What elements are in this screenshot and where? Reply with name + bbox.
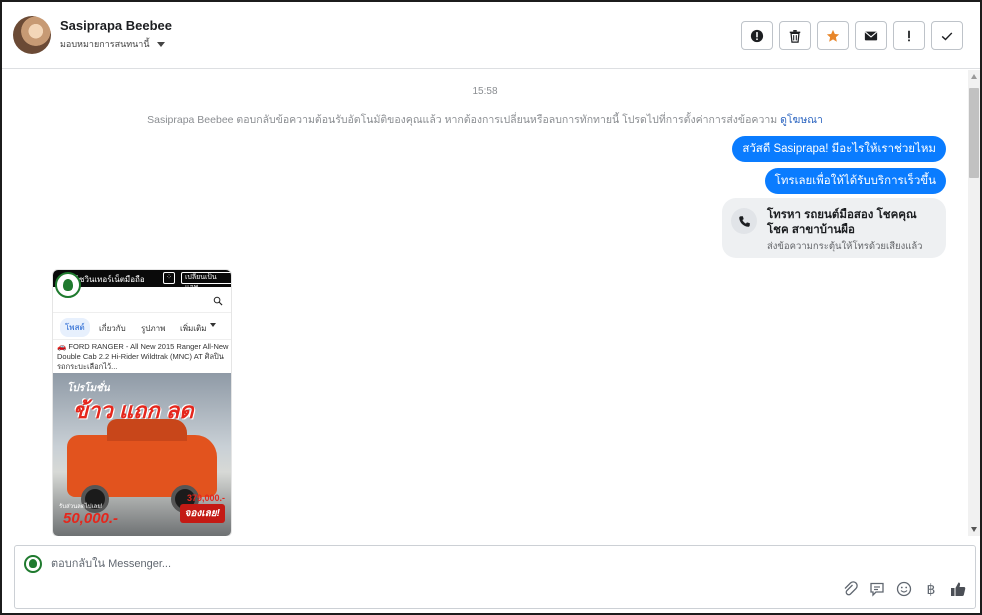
saved-reply-icon	[870, 582, 884, 597]
payment-button[interactable]: ฿	[922, 580, 940, 598]
envelope-icon	[864, 31, 878, 40]
scrollbar-thumb[interactable]	[969, 88, 979, 178]
mark-done-button[interactable]	[931, 21, 963, 50]
image-tab: เพิ่มเติม	[180, 324, 207, 333]
phone-icon	[731, 208, 757, 234]
trash-icon	[789, 29, 801, 43]
contact-name[interactable]: Sasiprapa Beebee	[60, 18, 172, 33]
image-tab: โพสต์	[60, 318, 90, 337]
page-avatar	[24, 555, 42, 573]
chevron-down-icon	[210, 323, 216, 327]
ad-price: 379,000.-	[186, 493, 225, 503]
image-tab: เกี่ยวกับ	[99, 324, 126, 333]
system-message-text: Sasiprapa Beebee ตอบกลับข้อความต้อนรับอั…	[147, 114, 778, 126]
scroll-up-arrow-icon[interactable]	[971, 74, 977, 79]
alert-icon	[750, 29, 764, 42]
mark-unread-button[interactable]	[855, 21, 887, 50]
reply-input[interactable]	[51, 555, 651, 573]
like-button[interactable]	[949, 580, 967, 598]
assign-conversation-dropdown[interactable]: มอบหมายการสนทนานี้	[60, 37, 165, 51]
ad-down-amount: 50,000.-	[63, 510, 119, 527]
star-button[interactable]	[817, 21, 849, 50]
outgoing-message-bubble[interactable]: สวัสดี Sasiprapa! มีอะไรให้เราช่วยไหม	[732, 136, 946, 162]
saved-reply-button[interactable]	[868, 580, 886, 598]
messenger-window: Sasiprapa Beebee มอบหมายการสนทนานี้ 15:5…	[0, 0, 982, 615]
attach-icon	[844, 581, 858, 596]
outgoing-message-bubble[interactable]: โทรเลยเพื่อให้ได้รับบริการเร็วขึ้น	[764, 168, 946, 194]
composer-tools: ฿	[841, 580, 967, 598]
currency-icon: ฿	[926, 580, 936, 597]
exclamation-icon	[908, 30, 910, 41]
thread-scrollbar[interactable]	[968, 70, 980, 536]
emoji-icon	[896, 581, 912, 597]
message-timestamp: 15:58	[472, 86, 498, 97]
header-actions	[741, 21, 963, 50]
contact-avatar[interactable]	[13, 16, 51, 54]
call-card-subtitle: ส่งข้อความกระตุ้นให้โทรด้วยเสียงแล้ว	[767, 241, 923, 252]
call-request-card[interactable]: โทรหา รถยนต์มือสอง โชคคุณโชค สาขาบ้านผือ…	[722, 198, 946, 258]
caret-down-icon	[156, 41, 165, 47]
call-card-title: โทรหา รถยนต์มือสอง โชคคุณโชค สาขาบ้านผือ	[767, 209, 917, 236]
qr-icon: ⁘	[163, 272, 175, 284]
like-icon	[951, 582, 966, 596]
incoming-image-attachment[interactable]: ไซวินเทอร์เน็ตมือถือ ⁘ เปลี่ยนเป็นแอพ โพ…	[52, 269, 232, 536]
check-icon	[941, 31, 953, 40]
assign-label: มอบหมายการสนทนานี้	[60, 39, 150, 49]
page-logo	[55, 272, 81, 298]
image-tabs: โพสต์ เกี่ยวกับ รูปภาพ เพิ่มเติม	[53, 312, 231, 340]
delete-button[interactable]	[779, 21, 811, 50]
reply-composer: ฿	[14, 545, 976, 609]
follow-up-button[interactable]	[893, 21, 925, 50]
image-top-title: ไซวินเทอร์เน็ตมือถือ	[75, 275, 145, 284]
image-caption: 🚗 FORD RANGER - All New 2015 Ranger All-…	[57, 342, 229, 371]
view-ad-link[interactable]: ดูโฆษณา	[780, 114, 823, 126]
attach-button[interactable]	[841, 580, 859, 598]
scroll-down-arrow-icon[interactable]	[971, 527, 977, 532]
ad-book-label: จองเลย!	[179, 504, 225, 523]
search-icon	[213, 293, 223, 311]
conversation-header: Sasiprapa Beebee มอบหมายการสนทนานี้	[2, 2, 980, 69]
message-thread[interactable]: 15:58 Sasiprapa Beebee ตอบกลับข้อความต้อ…	[2, 70, 968, 536]
star-icon	[826, 29, 840, 42]
image-top-button: เปลี่ยนเป็นแอพ	[181, 272, 231, 291]
mark-spam-button[interactable]	[741, 21, 773, 50]
image-tab: รูปภาพ	[141, 324, 166, 333]
car-ad-banner: โปรโมชั่น ข้าว แถก ลด รับส่วนลดไปเลย! 50…	[53, 373, 231, 536]
emoji-button[interactable]	[895, 580, 913, 598]
system-message: Sasiprapa Beebee ตอบกลับข้อความต้อนรับอั…	[2, 111, 968, 128]
